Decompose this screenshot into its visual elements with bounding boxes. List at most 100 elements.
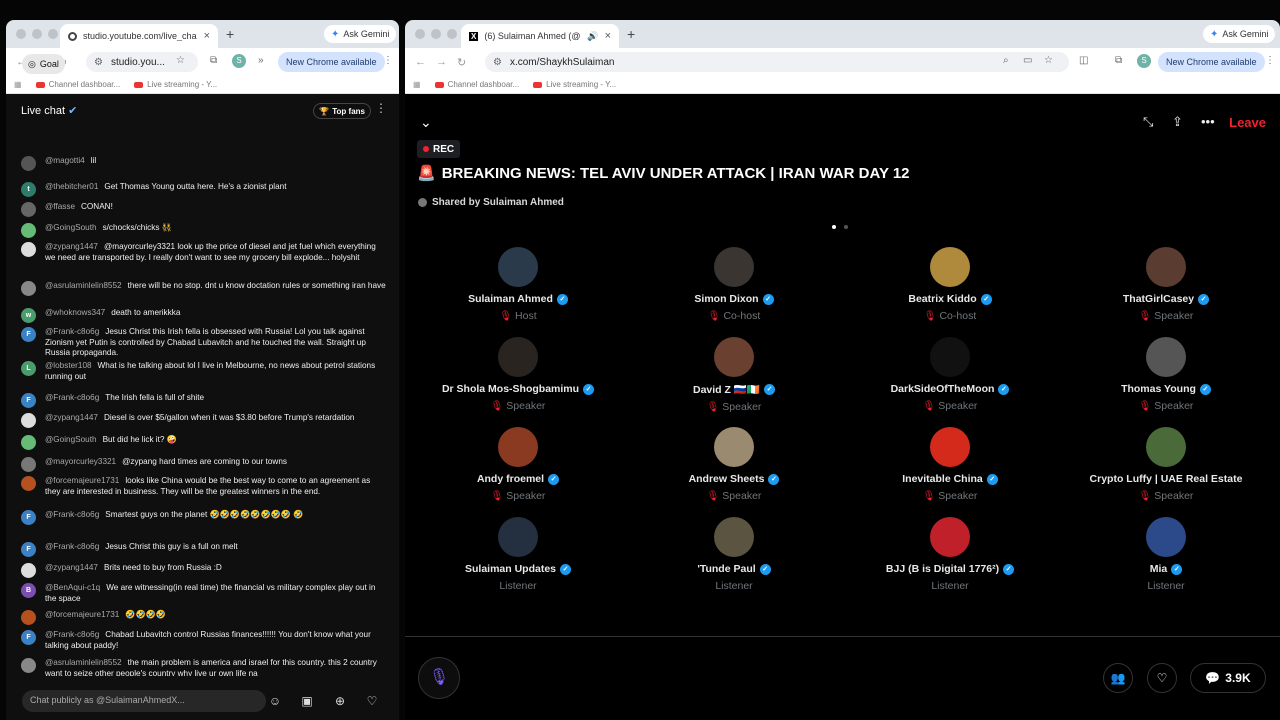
participant[interactable]: Crypto Luffy | UAE Real Estate 🎙 Speaker bbox=[1058, 427, 1274, 502]
new-tab-icon[interactable]: + bbox=[226, 26, 234, 42]
cast-icon[interactable]: ▭ bbox=[1023, 55, 1032, 66]
participant-avatar[interactable] bbox=[498, 247, 538, 287]
chat-username[interactable]: @asrulaminlelin8552 bbox=[45, 281, 122, 290]
goal-button[interactable]: ◎ Goal bbox=[22, 54, 65, 74]
chat-avatar[interactable]: L bbox=[21, 361, 36, 376]
kebab-icon[interactable]: ⋮ bbox=[383, 55, 393, 66]
chat-avatar[interactable] bbox=[21, 435, 36, 450]
kebab-icon[interactable]: ⋮ bbox=[1265, 55, 1275, 66]
profile-avatar[interactable]: S bbox=[232, 54, 246, 68]
chat-avatar[interactable] bbox=[21, 413, 36, 428]
chat-avatar[interactable]: F bbox=[21, 542, 36, 557]
heart-icon[interactable]: ♡ bbox=[363, 692, 381, 710]
profile-avatar[interactable]: S bbox=[1137, 54, 1151, 68]
participant[interactable]: David Z 🇷🇺🇮🇪 ✓ 🎙 Speaker bbox=[626, 337, 842, 413]
participant-avatar[interactable] bbox=[498, 427, 538, 467]
chat-username[interactable]: @GoingSouth bbox=[45, 223, 97, 232]
close-icon[interactable]: × bbox=[204, 30, 210, 42]
participant-avatar[interactable] bbox=[930, 247, 970, 287]
chat-avatar[interactable] bbox=[21, 658, 36, 673]
participant-avatar[interactable] bbox=[714, 517, 754, 557]
chat-username[interactable]: @Frank-c8o6g bbox=[45, 393, 99, 402]
new-chrome-button[interactable]: New Chrome available bbox=[1158, 52, 1265, 72]
participant[interactable]: BJJ (B is Digital 1776²) ✓ Listener bbox=[842, 517, 1058, 592]
chat-username[interactable]: @Frank-c8o6g bbox=[45, 510, 99, 519]
bookmark-item[interactable]: Live streaming - Y... bbox=[134, 80, 217, 89]
chat-username[interactable]: @forcemajeure1731 bbox=[45, 476, 119, 485]
chat-username[interactable]: @Frank-c8o6g bbox=[45, 630, 99, 639]
back-icon[interactable]: ← bbox=[415, 56, 426, 68]
ask-gemini-button[interactable]: ✦ Ask Gemini bbox=[324, 25, 397, 43]
participant[interactable]: Andy froemel ✓ 🎙 Speaker bbox=[410, 427, 626, 502]
participant-avatar[interactable] bbox=[714, 247, 754, 287]
chat-username[interactable]: @forcemajeure1731 bbox=[45, 610, 119, 619]
tab-x[interactable]: X (6) Sulaiman Ahmed (@Sh 🔊 × bbox=[461, 24, 619, 48]
window-controls[interactable] bbox=[16, 29, 58, 39]
chat-avatar[interactable]: t bbox=[21, 182, 36, 197]
participant-avatar[interactable] bbox=[1146, 427, 1186, 467]
leave-button[interactable]: Leave bbox=[1229, 115, 1266, 130]
participant-avatar[interactable] bbox=[1146, 247, 1186, 287]
extensions-icon[interactable]: ⧉ bbox=[210, 55, 217, 66]
participant[interactable]: Mia ✓ Listener bbox=[1058, 517, 1274, 592]
chat-username[interactable]: @magotti4 bbox=[45, 156, 85, 165]
chat-avatar[interactable] bbox=[21, 457, 36, 472]
super-chat-icon[interactable]: ▣ bbox=[298, 692, 316, 710]
chat-username[interactable]: @whoknows347 bbox=[45, 308, 105, 317]
chat-username[interactable]: @zypang1447 bbox=[45, 563, 98, 572]
chat-avatar[interactable]: F bbox=[21, 393, 36, 408]
more-icon[interactable]: ••• bbox=[1201, 114, 1215, 129]
participant-avatar[interactable] bbox=[1146, 517, 1186, 557]
extensions-icon[interactable]: ⧉ bbox=[1115, 55, 1122, 66]
participant[interactable]: Sulaiman Ahmed ✓ 🎙 Host bbox=[410, 247, 626, 322]
chat-input[interactable]: Chat publicly as @SulaimanAhmedX... bbox=[22, 690, 266, 712]
chat-avatar[interactable] bbox=[21, 281, 36, 296]
share-icon[interactable]: ⇪ bbox=[1172, 114, 1183, 130]
participant-avatar[interactable] bbox=[930, 517, 970, 557]
chat-avatar[interactable]: F bbox=[21, 630, 36, 645]
bookmark-item[interactable]: Channel dashboar... bbox=[434, 80, 519, 89]
participant[interactable]: Simon Dixon ✓ 🎙 Co-host bbox=[626, 247, 842, 322]
bookmark-item[interactable]: Live streaming - Y... bbox=[533, 80, 616, 89]
participant-avatar[interactable] bbox=[714, 337, 754, 377]
chat-username[interactable]: @ffasse bbox=[45, 202, 75, 211]
chat-avatar[interactable] bbox=[21, 476, 36, 491]
chat-username[interactable]: @zypang1447 bbox=[45, 413, 98, 422]
chat-username[interactable]: @GoingSouth bbox=[45, 435, 97, 444]
chat-avatar[interactable]: B bbox=[21, 583, 36, 598]
new-tab-icon[interactable]: + bbox=[627, 26, 635, 42]
participant[interactable]: Inevitable China ✓ 🎙 Speaker bbox=[842, 427, 1058, 502]
chat-username[interactable]: @zypang1447 bbox=[45, 242, 98, 251]
reaction-heart-icon[interactable]: ♡ bbox=[1147, 663, 1177, 693]
participant-avatar[interactable] bbox=[930, 427, 970, 467]
participant-avatar[interactable] bbox=[498, 337, 538, 377]
bookmark-item[interactable]: Channel dashboar... bbox=[35, 80, 120, 89]
ask-gemini-button[interactable]: ✦ Ask Gemini bbox=[1203, 25, 1276, 43]
apps-icon[interactable]: ▦ bbox=[413, 80, 421, 89]
chevron-down-icon[interactable]: ⌄ bbox=[420, 114, 432, 131]
chat-username[interactable]: @mayorcurley3321 bbox=[45, 457, 116, 466]
top-fans-button[interactable]: 🏆 Top fans bbox=[313, 103, 371, 119]
more-tabs-icon[interactable]: » bbox=[258, 55, 264, 66]
chat-avatar[interactable] bbox=[21, 242, 36, 257]
tab-studio[interactable]: studio.youtube.com/live_cha × bbox=[60, 24, 218, 48]
reload-icon[interactable]: ↻ bbox=[457, 56, 466, 69]
chat-username[interactable]: @Frank-c8o6g bbox=[45, 327, 99, 336]
chat-avatar[interactable]: F bbox=[21, 510, 36, 525]
close-icon[interactable]: × bbox=[605, 30, 611, 42]
chat-username[interactable]: @lobster108 bbox=[45, 361, 92, 370]
chat-avatar[interactable] bbox=[21, 223, 36, 238]
url-field[interactable]: ⚙ x.com/ShaykhSulaiman bbox=[485, 52, 1069, 72]
apps-icon[interactable]: ▦ bbox=[14, 80, 22, 89]
participant[interactable]: Sulaiman Updates ✓ Listener bbox=[410, 517, 626, 592]
emoji-icon[interactable]: ☺ bbox=[266, 692, 284, 710]
speaker-icon[interactable]: 🔊 bbox=[587, 31, 598, 42]
participant-avatar[interactable] bbox=[714, 427, 754, 467]
chat-avatar[interactable] bbox=[21, 156, 36, 171]
new-chrome-button[interactable]: New Chrome available bbox=[278, 52, 385, 72]
add-icon[interactable]: ⊕ bbox=[331, 692, 349, 710]
people-icon[interactable]: 👥 bbox=[1103, 663, 1133, 693]
chat-username[interactable]: @asrulaminlelin8552 bbox=[45, 658, 122, 667]
chat-menu-icon[interactable]: ⋮ bbox=[375, 101, 387, 115]
chat-avatar[interactable]: F bbox=[21, 327, 36, 342]
